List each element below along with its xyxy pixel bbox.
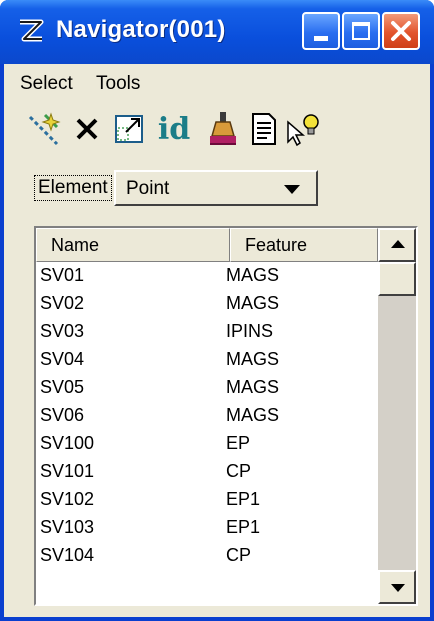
cell-name: SV01 — [40, 265, 85, 285]
review-button[interactable] — [282, 108, 324, 150]
menu-tools[interactable]: Tools — [96, 73, 140, 95]
column-header-name[interactable]: Name — [36, 228, 230, 262]
table-row[interactable]: SV02 MAGS — [36, 290, 378, 318]
table-row[interactable]: SV101 CP — [36, 458, 378, 486]
close-button[interactable] — [382, 12, 420, 50]
delete-icon — [76, 118, 98, 140]
table-row[interactable]: SV100 EP — [36, 430, 378, 458]
cell-name: SV104 — [40, 545, 95, 565]
scroll-down-button[interactable] — [378, 570, 416, 604]
app-logo-icon — [20, 19, 44, 42]
table-row[interactable]: SV04 MAGS — [36, 346, 378, 374]
scroll-up-button[interactable] — [378, 228, 416, 262]
zoom-to-button[interactable] — [108, 108, 150, 150]
cell-name: SV05 — [40, 377, 85, 397]
cell-name: SV102 — [40, 489, 95, 509]
table-row[interactable]: SV01 MAGS — [36, 262, 378, 290]
table-row[interactable]: SV06 MAGS — [36, 402, 378, 430]
highlight-brush-icon — [210, 112, 236, 145]
table-row[interactable]: SV104 CP — [36, 542, 378, 570]
table-row[interactable]: SV102 EP1 — [36, 486, 378, 514]
zoom-to-icon — [115, 115, 143, 143]
cell-name: SV06 — [40, 405, 85, 425]
maximize-icon — [352, 22, 370, 40]
cell-feature: CP — [226, 461, 252, 481]
identify-icon: id — [157, 111, 191, 147]
element-label: Element — [34, 175, 112, 201]
maximize-button[interactable] — [342, 12, 380, 50]
cell-name: SV100 — [40, 433, 95, 453]
report-icon — [252, 113, 276, 145]
cell-feature: MAGS — [226, 377, 280, 397]
delete-button[interactable] — [66, 108, 108, 150]
toolbar: id — [4, 102, 430, 158]
window-title: Navigator(001) — [56, 16, 226, 43]
report-button[interactable] — [242, 108, 284, 150]
cell-feature: EP1 — [226, 489, 261, 509]
cell-feature: MAGS — [226, 265, 280, 285]
element-type-dropdown[interactable]: Point — [114, 170, 318, 206]
cell-feature: MAGS — [226, 405, 280, 425]
arrow-up-icon — [391, 240, 405, 248]
cell-name: SV103 — [40, 517, 95, 537]
menu-select[interactable]: Select — [20, 73, 73, 95]
navigator-window: Navigator(001) Select Tools id Element P… — [0, 0, 434, 621]
element-list[interactable]: Name Feature SV01 MAGS SV02 MAGS SV03 IPINS… — [34, 226, 418, 606]
cell-name: SV101 — [40, 461, 95, 481]
review-lightbulb-icon — [287, 114, 319, 147]
menu-bar: Select Tools — [4, 64, 430, 100]
cell-feature: IPINS — [226, 321, 274, 341]
cell-name: SV03 — [40, 321, 85, 341]
arrow-down-icon — [391, 584, 405, 592]
cell-feature: MAGS — [226, 349, 280, 369]
table-row[interactable]: SV103 EP1 — [36, 514, 378, 542]
chevron-down-icon — [284, 185, 300, 194]
title-bar[interactable]: Navigator(001) — [0, 0, 434, 64]
element-filter-row: Element Point — [4, 162, 430, 210]
scroll-thumb[interactable] — [378, 262, 416, 296]
column-header-feature[interactable]: Feature — [230, 228, 378, 262]
select-elements-icon — [28, 112, 61, 146]
table-row[interactable]: SV03 IPINS — [36, 318, 378, 346]
cell-feature: EP — [226, 433, 251, 453]
table-row[interactable]: SV05 MAGS — [36, 374, 378, 402]
cell-feature: EP1 — [226, 517, 261, 537]
highlight-button[interactable] — [202, 108, 244, 150]
vertical-scrollbar[interactable] — [378, 228, 416, 604]
element-type-value: Point — [126, 178, 170, 199]
minimize-button[interactable] — [302, 12, 340, 50]
cell-name: SV04 — [40, 349, 85, 369]
minimize-icon — [314, 36, 328, 41]
cell-feature: MAGS — [226, 293, 280, 313]
cell-feature: CP — [226, 545, 252, 565]
select-elements-button[interactable] — [24, 108, 66, 150]
close-icon — [391, 21, 411, 41]
identify-button[interactable]: id — [148, 108, 200, 150]
cell-name: SV02 — [40, 293, 85, 313]
